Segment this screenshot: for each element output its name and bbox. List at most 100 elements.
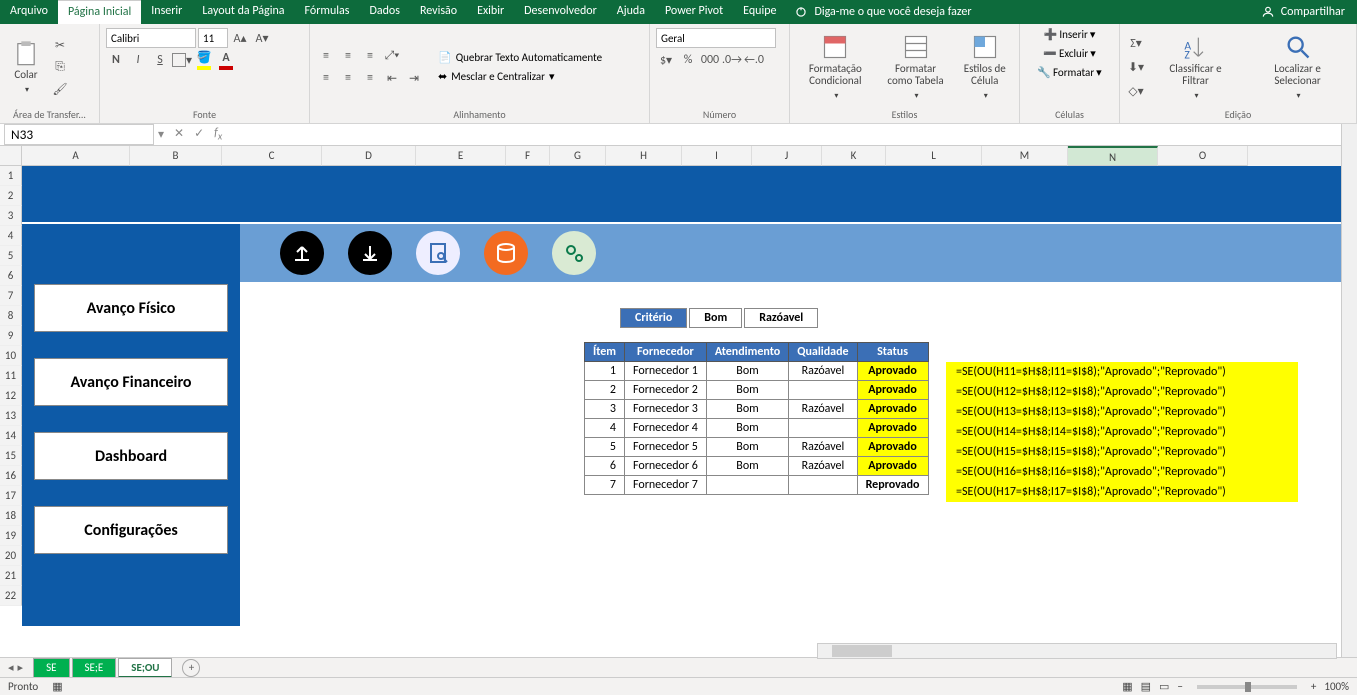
- clear-button[interactable]: ◇▾: [1126, 81, 1146, 101]
- table-row[interactable]: 1Fornecedor 1BomRazóavelAprovado: [585, 362, 929, 381]
- cell-styles-button[interactable]: Estilos de Célula: [956, 29, 1013, 105]
- tab-home[interactable]: Página Inicial: [58, 0, 141, 24]
- insert-cells-button[interactable]: ➕ Inserir ▾: [1044, 28, 1096, 41]
- row-header-22[interactable]: 22: [0, 586, 22, 606]
- sidebar-item-avanço-físico[interactable]: Avanço Físico: [34, 284, 228, 332]
- col-header-O[interactable]: O: [1158, 146, 1248, 166]
- align-right-button[interactable]: ≡: [360, 68, 380, 88]
- vertical-scrollbar[interactable]: [1341, 124, 1357, 657]
- table-row[interactable]: 5Fornecedor 5BomRazóavelAprovado: [585, 438, 929, 457]
- table-header[interactable]: Status: [857, 343, 928, 362]
- row-header-14[interactable]: 14: [0, 426, 22, 446]
- criteria-header-cell[interactable]: Critério: [620, 308, 687, 328]
- settings-gears-icon[interactable]: [552, 231, 596, 275]
- col-header-F[interactable]: F: [506, 146, 550, 166]
- align-left-button[interactable]: ≡: [316, 68, 336, 88]
- decrease-font-button[interactable]: A▾: [252, 28, 272, 48]
- col-header-E[interactable]: E: [416, 146, 506, 166]
- decrease-decimal-button[interactable]: ←.0: [744, 50, 764, 70]
- tab-layout-da-página[interactable]: Layout da Página: [192, 0, 294, 24]
- tab-fórmulas[interactable]: Fórmulas: [295, 0, 360, 24]
- format-as-table-button[interactable]: Formatar como Tabela: [879, 29, 953, 105]
- row-header-8[interactable]: 8: [0, 306, 22, 326]
- cancel-formula-button[interactable]: ✕: [174, 126, 184, 142]
- col-header-C[interactable]: C: [222, 146, 322, 166]
- zoom-level[interactable]: 100%: [1324, 680, 1349, 693]
- row-header-1[interactable]: 1: [0, 166, 22, 186]
- paste-button[interactable]: Colar: [6, 35, 46, 99]
- formula-cell[interactable]: =SE(OU(H15=$H$8;I15=$I$8);"Aprovado";"Re…: [946, 442, 1298, 462]
- row-header-2[interactable]: 2: [0, 186, 22, 206]
- font-name-input[interactable]: [106, 28, 196, 48]
- col-header-K[interactable]: K: [822, 146, 886, 166]
- table-row[interactable]: 2Fornecedor 2BomAprovado: [585, 381, 929, 400]
- row-header-12[interactable]: 12: [0, 386, 22, 406]
- upload-icon[interactable]: [280, 231, 324, 275]
- wrap-text-button[interactable]: 📄Quebrar Texto Automaticamente: [438, 51, 602, 64]
- tell-me[interactable]: Diga-me o que você deseja fazer: [794, 0, 971, 24]
- copy-button[interactable]: ⎘: [50, 57, 70, 77]
- currency-button[interactable]: $▾: [656, 50, 676, 70]
- col-header-L[interactable]: L: [886, 146, 982, 166]
- sidebar-item-dashboard[interactable]: Dashboard: [34, 432, 228, 480]
- table-row[interactable]: 3Fornecedor 3BomRazóavelAprovado: [585, 400, 929, 419]
- name-box[interactable]: [4, 124, 154, 145]
- horizontal-scrollbar[interactable]: [817, 643, 1337, 659]
- tab-revisão[interactable]: Revisão: [410, 0, 467, 24]
- col-header-J[interactable]: J: [752, 146, 822, 166]
- formula-cell[interactable]: =SE(OU(H16=$H$8;I16=$I$8);"Aprovado";"Re…: [946, 462, 1298, 482]
- row-header-3[interactable]: 3: [0, 206, 22, 226]
- orientation-button[interactable]: ⤢▾: [382, 46, 402, 66]
- percent-button[interactable]: %: [678, 50, 698, 70]
- formula-input[interactable]: [232, 134, 1357, 136]
- row-header-10[interactable]: 10: [0, 346, 22, 366]
- font-color-button[interactable]: A: [216, 50, 236, 70]
- insert-function-button[interactable]: fx: [214, 126, 222, 142]
- align-bottom-button[interactable]: ≡: [360, 46, 380, 66]
- sheet-tab-se[interactable]: SE: [33, 658, 69, 678]
- col-header-G[interactable]: G: [550, 146, 606, 166]
- row-header-6[interactable]: 6: [0, 266, 22, 286]
- col-header-M[interactable]: M: [982, 146, 1068, 166]
- sidebar-item-configurações[interactable]: Configurações: [34, 506, 228, 554]
- share-button[interactable]: Compartilhar: [1261, 0, 1357, 24]
- add-sheet-button[interactable]: +: [182, 659, 200, 677]
- formula-cell[interactable]: =SE(OU(H12=$H$8;I12=$I$8);"Aprovado";"Re…: [946, 382, 1298, 402]
- table-header[interactable]: Qualidade: [789, 343, 857, 362]
- enter-formula-button[interactable]: ✓: [194, 126, 204, 142]
- sort-filter-button[interactable]: AZ Classificar e Filtrar: [1150, 29, 1241, 105]
- table-row[interactable]: 7Fornecedor 7Reprovado: [585, 476, 929, 495]
- row-header-17[interactable]: 17: [0, 486, 22, 506]
- col-header-A[interactable]: A: [22, 146, 130, 166]
- number-format-select[interactable]: [656, 28, 776, 48]
- formula-cell[interactable]: =SE(OU(H11=$H$8;I11=$I$8);"Aprovado";"Re…: [946, 362, 1298, 382]
- tab-desenvolvedor[interactable]: Desenvolvedor: [514, 0, 607, 24]
- fill-color-button[interactable]: 🪣: [194, 50, 214, 70]
- fill-button[interactable]: ⬇▾: [1126, 57, 1146, 77]
- formula-cell[interactable]: =SE(OU(H14=$H$8;I14=$I$8);"Aprovado";"Re…: [946, 422, 1298, 442]
- document-search-icon[interactable]: [416, 231, 460, 275]
- row-header-7[interactable]: 7: [0, 286, 22, 306]
- row-header-18[interactable]: 18: [0, 506, 22, 526]
- row-header-11[interactable]: 11: [0, 366, 22, 386]
- table-header[interactable]: Atendimento: [706, 343, 788, 362]
- row-header-13[interactable]: 13: [0, 406, 22, 426]
- sheet-nav-next[interactable]: ▸: [18, 661, 24, 674]
- format-cells-button[interactable]: 🔧 Formatar ▾: [1037, 66, 1101, 79]
- underline-button[interactable]: S: [150, 50, 170, 70]
- col-header-I[interactable]: I: [682, 146, 752, 166]
- row-header-20[interactable]: 20: [0, 546, 22, 566]
- table-row[interactable]: 4Fornecedor 4BomAprovado: [585, 419, 929, 438]
- increase-font-button[interactable]: A▴: [230, 28, 250, 48]
- page-layout-view-button[interactable]: ▤: [1141, 680, 1151, 693]
- macro-record-icon[interactable]: ▦: [52, 680, 62, 693]
- increase-indent-button[interactable]: ⇥: [404, 68, 424, 88]
- col-header-D[interactable]: D: [322, 146, 416, 166]
- tab-exibir[interactable]: Exibir: [467, 0, 514, 24]
- criteria-value-cell[interactable]: Razóavel: [744, 308, 818, 328]
- row-headers[interactable]: 12345678910111213141516171819202122: [0, 166, 22, 606]
- align-center-button[interactable]: ≡: [338, 68, 358, 88]
- align-top-button[interactable]: ≡: [316, 46, 336, 66]
- merge-center-button[interactable]: ⬌Mesclar e Centralizar▾: [438, 70, 602, 83]
- increase-decimal-button[interactable]: .0→: [722, 50, 742, 70]
